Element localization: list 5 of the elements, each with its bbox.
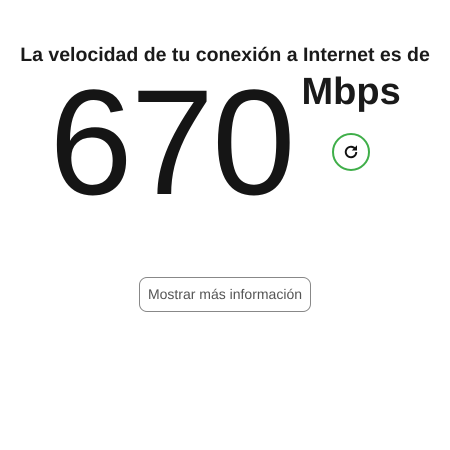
speed-unit: Mbps xyxy=(302,73,401,112)
refresh-button[interactable] xyxy=(332,133,370,172)
speed-value: 670 xyxy=(49,67,294,218)
speed-heading: La velocidad de tu conexión a Internet es de xyxy=(20,44,430,68)
more-info-button[interactable]: Mostrar más información xyxy=(138,277,312,312)
